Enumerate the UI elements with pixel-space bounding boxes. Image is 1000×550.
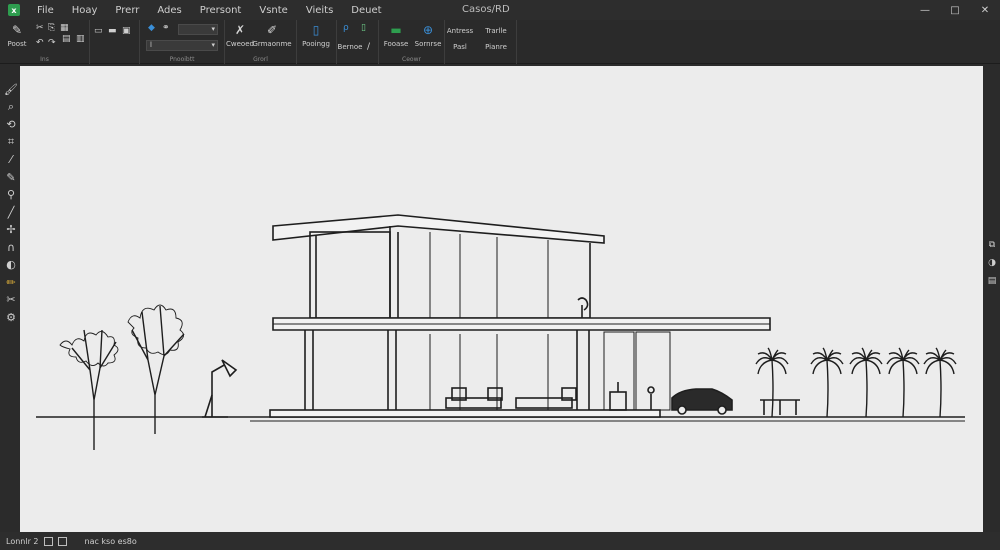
dash-icon[interactable]: ▬ [108, 26, 117, 36]
window-title: Casos/RD [462, 4, 510, 15]
curved-button[interactable]: ✗ Cweoed [225, 23, 255, 48]
format-icon[interactable]: ▦ [60, 23, 69, 33]
size-combo[interactable]: l ▾ [146, 40, 218, 51]
paste-icon: ✎ [11, 23, 23, 37]
menu-item-3[interactable]: Ades [148, 5, 190, 16]
ribbon-group-stamps: ▬ Fooase ⊕ Sornrse Ceowr [379, 20, 445, 64]
drawing-canvas[interactable] [20, 66, 983, 532]
fill-tool-icon[interactable]: ◐ [3, 257, 19, 273]
ribbon: ✎ Poost ✂ ⎘ ▦ ↶ ↷ ▤ ▥ Ins ▭ ▬ ▣ ◆ ⚭ ▾ l ▾… [0, 20, 1000, 64]
brush-tool-icon[interactable]: 🖌 [3, 82, 19, 98]
trail-button[interactable]: Trarlle [481, 24, 511, 35]
box-icon[interactable]: ▣ [122, 26, 131, 36]
title-bar: x File Hoay Prerr Ades Prersont Vsnte Vieits De… [0, 0, 1000, 20]
sharpener-button[interactable]: ✐ Grmaonme [252, 23, 291, 48]
ribbon-group-addons: Antress Trarlle Pasl Pianre [445, 20, 517, 64]
scissors-tool-icon[interactable]: ✂ [3, 292, 19, 308]
slash-icon[interactable]: / [367, 42, 370, 52]
rotate-tool-icon[interactable]: ⟲ [3, 117, 19, 133]
curve-tool-icon: ✗ [234, 23, 246, 37]
status-bar: Lonnlr 2 nac kso es8o [0, 532, 1000, 550]
renal-button[interactable]: Bernoe [335, 40, 365, 51]
house-sketch [36, 214, 965, 450]
menu-item-1[interactable]: Hoay [63, 5, 107, 16]
menu-bar: File Hoay Prerr Ades Prersont Vsnte Vieits Deue… [28, 5, 391, 16]
trace-button[interactable]: ▬ Fooase [381, 23, 411, 48]
ribbon-group-process: ▯ Pooingg [297, 20, 337, 64]
palm-tree [810, 347, 844, 418]
maximize-icon[interactable]: □ [940, 0, 970, 20]
ribbon-group-clipboard: ✎ Poost ✂ ⎘ ▦ ↶ ↷ ▤ ▥ Ins [0, 20, 90, 64]
ribbon-group-draw: ✗ Cweoed ✐ Grmaonme Grorl [225, 20, 297, 64]
layout-icon[interactable]: ▥ [76, 34, 85, 44]
shape-tool-icon[interactable]: ⚙ [3, 310, 19, 326]
process-button[interactable]: ▯ Pooingg [301, 23, 331, 48]
pen-tool-icon[interactable]: ✎ [3, 170, 19, 186]
frame-icon[interactable]: ▭ [94, 26, 103, 36]
document-icon: ▯ [312, 23, 320, 37]
eyedropper-icon[interactable]: ⚲ [3, 187, 19, 203]
font-combo[interactable]: ▾ [178, 24, 218, 35]
menu-item-0[interactable]: File [28, 5, 63, 16]
pencil-icon: ✐ [266, 23, 278, 37]
magnet-tool-icon[interactable]: ∩ [3, 240, 19, 256]
window-controls: — □ ✕ [910, 0, 1000, 20]
spreadsheet-app-icon[interactable]: x [8, 4, 20, 16]
paste-button[interactable]: ✎ Poost [2, 23, 32, 48]
palm-tree [923, 347, 957, 418]
right-toolbar: ⧉ ◑ ▤ [984, 236, 1000, 296]
menu-item-5[interactable]: Vsnte [250, 5, 296, 16]
lasso-tool-icon[interactable]: ⌕ [3, 100, 19, 116]
palm-tree [755, 347, 789, 418]
color-fill-icon[interactable]: ◆ [148, 23, 155, 33]
select-tool-icon[interactable]: ⌗ [3, 135, 19, 151]
cut-icon[interactable]: ✂ [36, 23, 44, 33]
addons-button[interactable]: Antress [445, 24, 475, 35]
link-icon[interactable]: ⚭ [162, 23, 170, 33]
grid-icon[interactable]: ▤ [62, 34, 71, 44]
menu-item-6[interactable]: Vieits [297, 5, 342, 16]
layers-icon[interactable]: ⧉ [986, 238, 999, 251]
page-indicator: Lonnlr 2 [6, 536, 39, 546]
ribbon-group-label: Ceowr [402, 56, 421, 63]
copy-icon[interactable]: ⎘ [48, 23, 55, 33]
close-icon[interactable]: ✕ [970, 0, 1000, 20]
pull-button[interactable]: Pasl [445, 40, 475, 51]
line-tool-icon[interactable]: ╱ [3, 205, 19, 221]
ribbon-group-label: Pnooibtt [169, 56, 195, 63]
ribbon-group-view: ▭ ▬ ▣ [90, 20, 140, 64]
ribbon-group-label: Grorl [253, 56, 268, 63]
image-icon: ▬ [390, 23, 402, 37]
plane-button[interactable]: Pianre [481, 40, 511, 51]
redo-icon[interactable]: ↷ [48, 38, 56, 48]
knife-tool-icon[interactable]: ⁄ [3, 152, 19, 168]
highlighter-tool-icon[interactable]: ✏ [3, 275, 19, 291]
stamps-button[interactable]: ⊕ Sornrse [413, 23, 443, 48]
ribbon-group-label: Ins [40, 56, 49, 63]
lookup-icon[interactable]: ρ [343, 23, 349, 33]
menu-item-4[interactable]: Prersont [191, 5, 251, 16]
wand-tool-icon[interactable]: ✢ [3, 222, 19, 238]
left-toolbar: 🖌 ⌕ ⟲ ⌗ ⁄ ✎ ⚲ ╱ ✢ ∩ ◐ ✏ ✂ ⚙ [0, 66, 22, 336]
stamp-icon: ⊕ [422, 23, 434, 37]
view-page-icon[interactable] [57, 536, 67, 546]
menu-item-7[interactable]: Deuet [342, 5, 390, 16]
menu-item-2[interactable]: Prerr [106, 5, 148, 16]
palm-tree [849, 347, 883, 418]
cursor-coordinates: nac kso es8o [84, 536, 137, 546]
color-wheel-icon[interactable]: ◑ [986, 256, 999, 269]
view-grid-icon[interactable] [43, 536, 53, 546]
undo-icon[interactable]: ↶ [36, 38, 44, 48]
tag-icon[interactable]: ▯ [361, 23, 366, 33]
minimize-icon[interactable]: — [910, 0, 940, 20]
ribbon-group-renal: ρ ▯ Bernoe / [337, 20, 379, 64]
palm-tree [886, 347, 920, 418]
settings-icon[interactable]: ▤ [986, 274, 999, 287]
ribbon-group-font: ◆ ⚭ ▾ l ▾ Pnooibtt [140, 20, 225, 64]
app-window: x File Hoay Prerr Ades Prersont Vsnte Vieits De… [0, 0, 1000, 550]
